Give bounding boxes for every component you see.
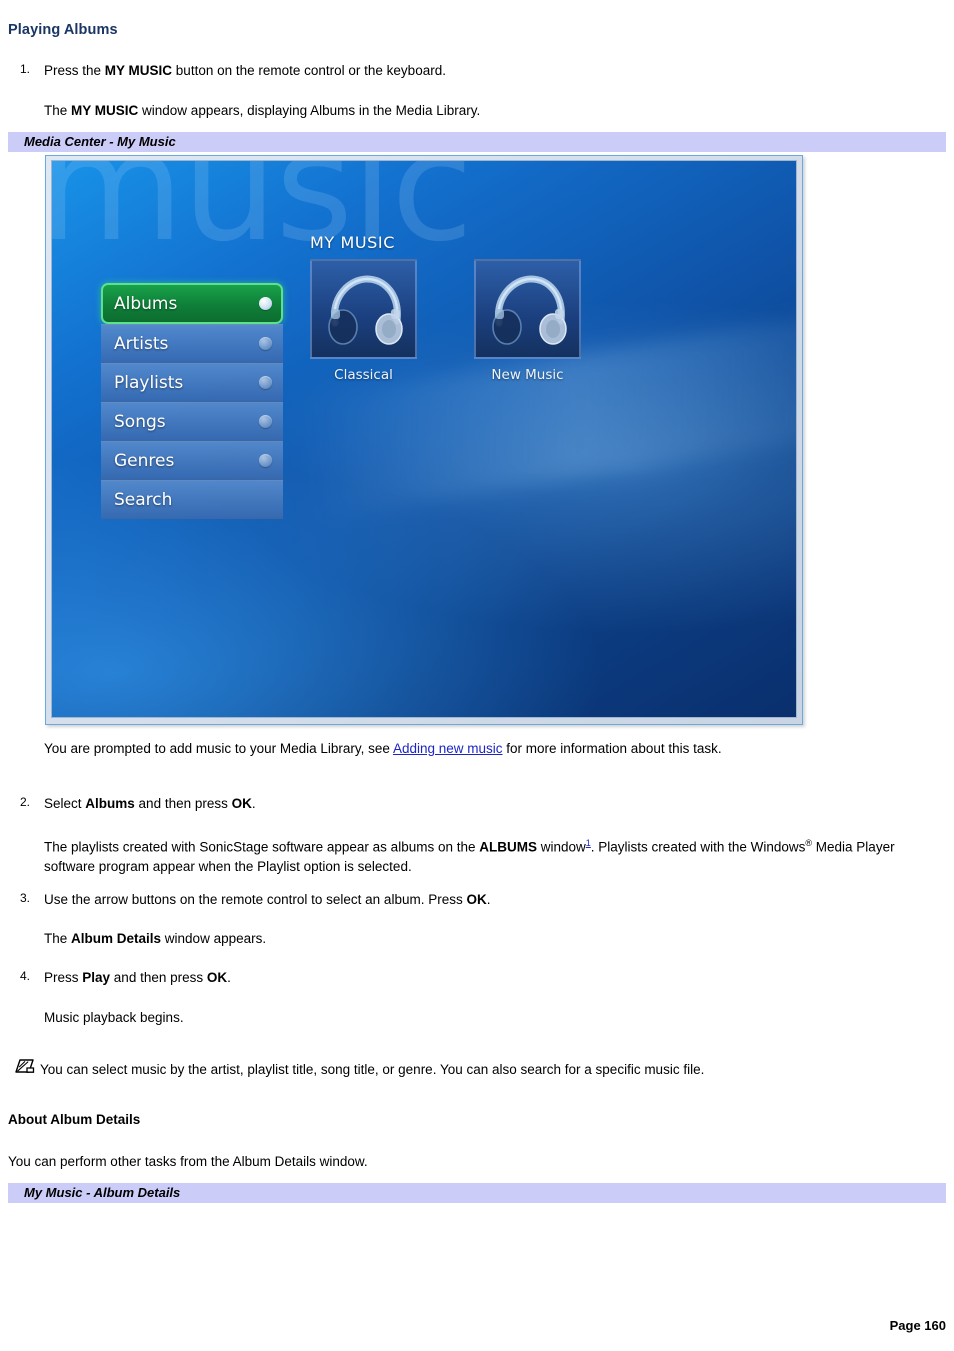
menu-item-genres-label: Genres xyxy=(114,450,175,471)
screenshot-inner-border: music MY MUSIC Albums Artists Playlists xyxy=(51,160,797,718)
radio-dot-icon xyxy=(259,337,272,350)
page-number-footer: Page 160 xyxy=(889,1318,946,1333)
menu-item-albums-label: Albums xyxy=(114,293,178,314)
menu-item-genres[interactable]: Genres xyxy=(101,441,283,480)
menu-item-playlists-label: Playlists xyxy=(114,372,184,393)
menu-item-albums[interactable]: Albums xyxy=(101,283,283,324)
album-details-result-paragraph: The Album Details window appears. xyxy=(44,929,924,948)
album-details-pre: The xyxy=(44,931,72,946)
menu-item-search[interactable]: Search xyxy=(101,480,283,519)
step-1-text-post: button on the remote control or the keyb… xyxy=(172,63,446,78)
step-1-text: Press the MY MUSIC button on the remote … xyxy=(44,61,924,80)
adding-new-music-link[interactable]: Adding new music xyxy=(393,741,503,756)
album-details-bold: Album Details xyxy=(71,931,162,946)
figure-1-caption: Media Center - My Music xyxy=(8,132,946,152)
media-center-screenshot: music MY MUSIC Albums Artists Playlists xyxy=(45,155,803,725)
prompt-text-post: for more information about this task. xyxy=(502,741,722,756)
album-new-music-thumbnail[interactable] xyxy=(474,259,581,359)
my-music-menu: Albums Artists Playlists Songs Genres Se… xyxy=(101,283,283,519)
figure-2-caption: My Music - Album Details xyxy=(8,1183,946,1203)
sonicstage-mid: window xyxy=(537,839,586,855)
step-2-bold-albums: Albums xyxy=(85,796,135,811)
result-1-post: window appears, displaying Albums in the… xyxy=(138,103,481,118)
step-4-text-mid: and then press xyxy=(110,970,207,985)
step-4-text-pre: Press xyxy=(44,970,83,985)
step-2-text-mid: and then press xyxy=(134,796,232,811)
step-4-bold-play: Play xyxy=(82,970,111,985)
add-music-prompt-paragraph: You are prompted to add music to your Me… xyxy=(44,739,879,758)
headphones-icon xyxy=(491,275,567,345)
sonicstage-post: . Playlists created with the Windows xyxy=(590,839,806,855)
menu-item-artists[interactable]: Artists xyxy=(101,324,283,363)
step-4-number: 4. xyxy=(19,969,30,983)
album-details-post: window appears. xyxy=(161,931,267,946)
menu-item-search-label: Search xyxy=(114,489,173,510)
step-1-text-pre: Press the xyxy=(44,63,105,78)
my-music-screen-title: MY MUSIC xyxy=(310,233,396,252)
step-4-text-post: . xyxy=(227,970,231,985)
step-1-bold-my-music: MY MUSIC xyxy=(104,63,173,78)
result-1-pre: The xyxy=(44,103,72,118)
headphones-icon xyxy=(327,275,403,345)
radio-dot-icon xyxy=(259,415,272,428)
album-thumbnail-row: Classical New Music xyxy=(310,259,581,383)
sonicstage-bold-albums: ALBUMS xyxy=(479,839,537,855)
album-classical-label: Classical xyxy=(334,367,393,383)
radio-dot-icon xyxy=(259,454,272,467)
step-3-text-pre: Use the arrow buttons on the remote cont… xyxy=(44,892,467,907)
step-3-number: 3. xyxy=(19,891,30,905)
menu-item-playlists[interactable]: Playlists xyxy=(101,363,283,402)
step-3-text-post: . xyxy=(486,892,491,907)
menu-item-songs-label: Songs xyxy=(114,411,166,432)
step-2-number: 2. xyxy=(19,795,30,809)
step-3-text: Use the arrow buttons on the remote cont… xyxy=(44,890,924,909)
media-center-screen: music MY MUSIC Albums Artists Playlists xyxy=(52,161,796,717)
step-4-text: Press Play and then press OK. xyxy=(44,968,924,987)
menu-item-artists-label: Artists xyxy=(114,333,169,354)
about-album-details-heading: About Album Details xyxy=(8,1112,141,1127)
album-new-music[interactable]: New Music xyxy=(474,259,581,383)
album-classical-thumbnail[interactable] xyxy=(310,259,417,359)
result-1-bold: MY MUSIC xyxy=(71,103,139,118)
about-album-details-body: You can perform other tasks from the Alb… xyxy=(8,1154,368,1169)
radio-dot-icon xyxy=(259,376,272,389)
step-3-bold-ok: OK xyxy=(466,892,487,907)
step-2-text-post: . xyxy=(251,796,256,811)
step-1-number: 1. xyxy=(19,62,30,76)
radio-dot-icon xyxy=(259,297,272,310)
step-1-result-paragraph: The MY MUSIC window appears, displaying … xyxy=(44,101,924,120)
playback-paragraph: Music playback begins. xyxy=(44,1010,184,1025)
step-2-text: Select Albums and then press OK. xyxy=(44,794,924,813)
menu-item-songs[interactable]: Songs xyxy=(101,402,283,441)
note-text: You can select music by the artist, play… xyxy=(40,1062,705,1077)
step-2-bold-ok: OK xyxy=(231,796,252,811)
album-classical[interactable]: Classical xyxy=(310,259,417,383)
music-watermark-text: music xyxy=(52,161,473,275)
sonicstage-paragraph: The playlists created with SonicStage so… xyxy=(44,834,924,876)
prompt-text-pre: You are prompted to add music to your Me… xyxy=(44,741,393,756)
page-title: Playing Albums xyxy=(8,22,118,38)
step-2-text-pre: Select xyxy=(44,796,86,811)
album-new-music-label: New Music xyxy=(491,367,564,383)
note-pencil-icon xyxy=(14,1057,36,1078)
step-4-bold-ok: OK xyxy=(206,970,228,985)
sonicstage-pre: The playlists created with SonicStage so… xyxy=(44,839,480,855)
